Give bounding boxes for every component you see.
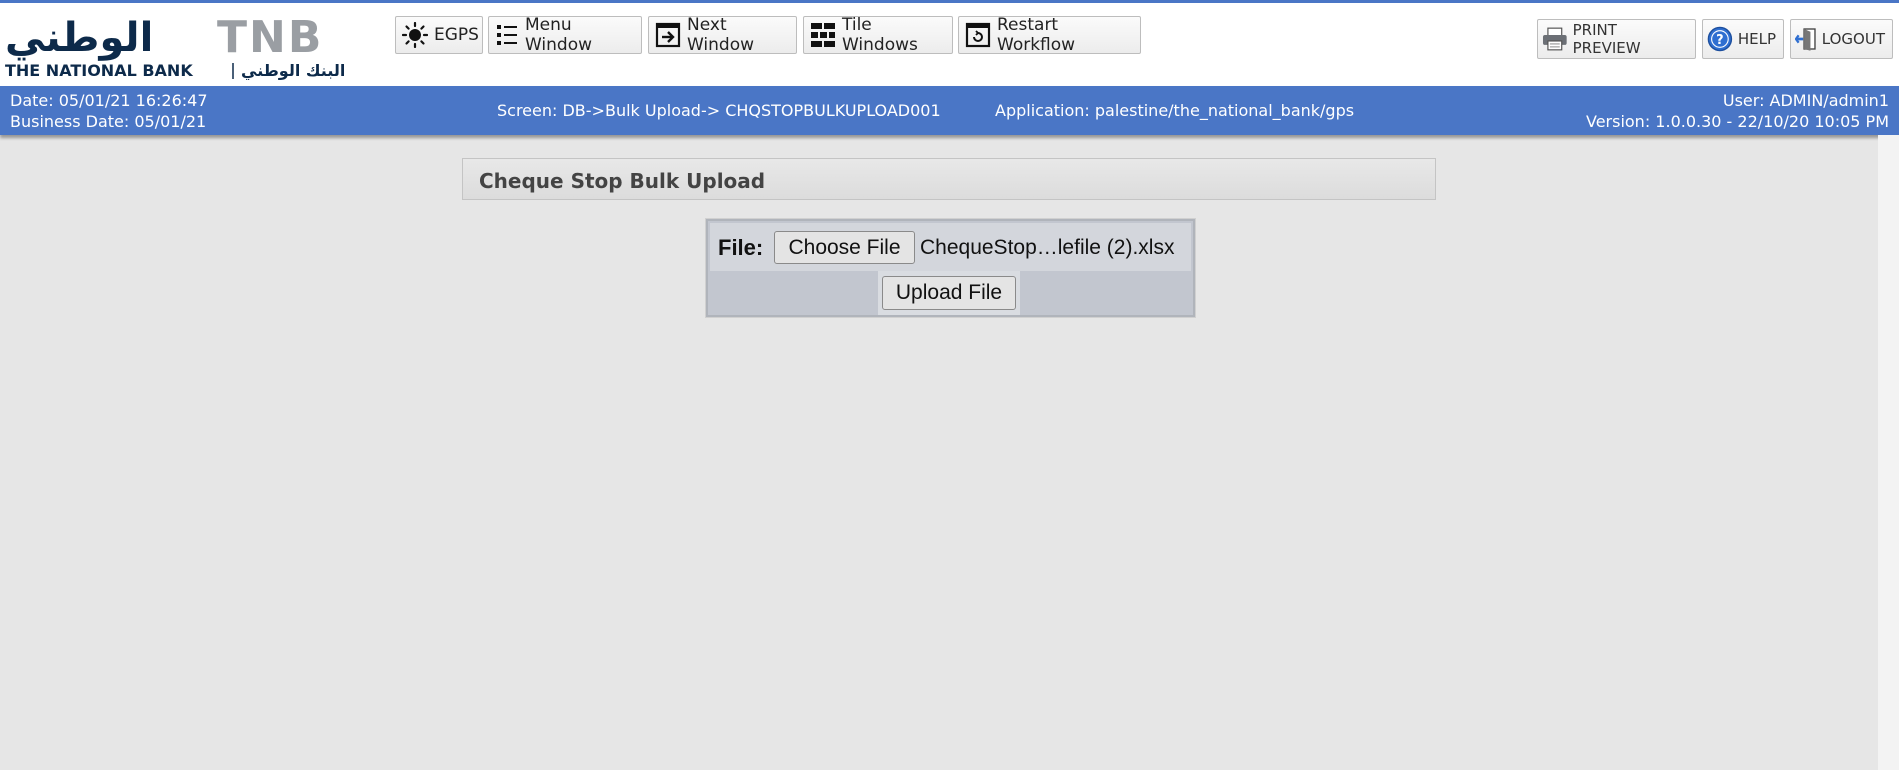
printer-icon <box>1542 27 1567 51</box>
file-label: File: <box>718 235 764 260</box>
version-text: Version: 1.0.0.30 - 22/10/20 10:05 PM <box>1585 112 1889 131</box>
next-window-label: Next Window <box>687 15 755 55</box>
help-button[interactable]: ? HELP <box>1702 19 1784 59</box>
logo-english-name: THE NATIONAL BANK <box>5 61 193 80</box>
vertical-scrollbar[interactable] <box>1878 135 1899 770</box>
logout-label: LOGOUT <box>1821 30 1885 48</box>
screen-path-text: Screen: DB->Bulk Upload-> CHQSTOPBULKUPL… <box>497 101 941 120</box>
file-upload-form: File: Choose File ChequeStop…lefile (2).… <box>705 218 1196 318</box>
page-title: Cheque Stop Bulk Upload <box>462 158 1436 200</box>
logout-button[interactable]: LOGOUT <box>1790 19 1893 59</box>
logo-arabic-name: الوطني <box>5 15 153 61</box>
selected-file-name: ChequeStop…lefile (2).xlsx <box>920 236 1175 259</box>
user-text: User: ADMIN/admin1 <box>1722 91 1889 110</box>
tile-windows-button[interactable]: Tile Windows <box>803 15 953 55</box>
file-row: File: Choose File ChequeStop…lefile (2).… <box>710 223 1191 271</box>
info-bar: Date: 05/01/21 16:26:47 Business Date: 0… <box>0 86 1899 135</box>
tile-grid-icon <box>811 23 835 47</box>
restart-workflow-label: Restart Workflow <box>997 15 1076 55</box>
help-icon: ? <box>1707 26 1733 52</box>
bank-logo: الوطني TNB THE NATIONAL BANK البنك الوطن… <box>5 9 370 81</box>
menu-window-button[interactable]: Menu Window <box>488 15 642 55</box>
logo-tnb: TNB <box>217 12 323 63</box>
svg-text:?: ? <box>1716 33 1724 48</box>
menu-window-label: Menu Window <box>525 15 593 55</box>
help-label: HELP <box>1737 30 1776 48</box>
upload-file-button[interactable]: Upload File <box>882 276 1016 310</box>
print-preview-button[interactable]: PRINT PREVIEW <box>1537 19 1696 59</box>
next-window-button[interactable]: Next Window <box>648 15 797 55</box>
print-preview-label: PRINT PREVIEW <box>1572 21 1641 57</box>
logout-icon <box>1795 28 1816 51</box>
list-icon <box>497 25 517 45</box>
next-window-icon <box>655 22 681 48</box>
logo-arabic-tagline: البنك الوطني <box>241 61 345 81</box>
date-text: Date: 05/01/21 16:26:47 <box>10 91 208 110</box>
business-date-text: Business Date: 05/01/21 <box>10 112 207 131</box>
choose-file-button[interactable]: Choose File <box>774 231 915 264</box>
egps-label: EGPS <box>434 25 479 45</box>
tile-windows-label: Tile Windows <box>842 15 918 55</box>
sun-icon <box>402 22 428 48</box>
restart-icon <box>965 22 991 48</box>
top-toolbar: الوطني TNB THE NATIONAL BANK البنك الوطن… <box>0 0 1899 86</box>
logo-graphic: الوطني TNB THE NATIONAL BANK البنك الوطن… <box>5 12 345 81</box>
application-text: Application: palestine/the_national_bank… <box>995 101 1355 120</box>
restart-workflow-button[interactable]: Restart Workflow <box>958 15 1141 55</box>
egps-button[interactable]: EGPS <box>395 16 483 54</box>
